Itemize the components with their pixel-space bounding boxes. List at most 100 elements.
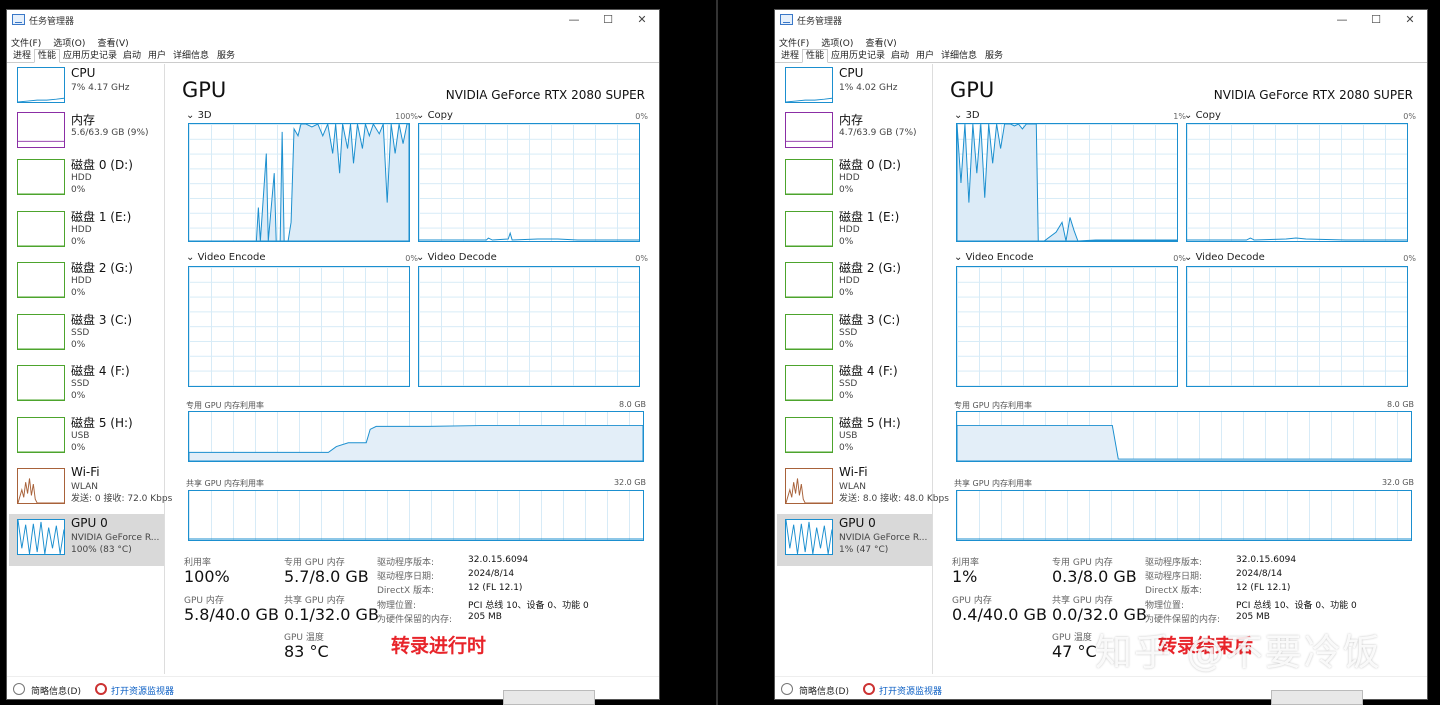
sidebar-item-disk[interactable]: 磁盘 1 (E:) HDD 0% <box>777 206 932 256</box>
sidebar-item-value: 0% <box>839 185 854 195</box>
dedicated-memory-stat-value: 0.3/8.0 GB <box>1052 567 1137 586</box>
chevron-up-icon[interactable] <box>13 683 25 695</box>
sidebar-item-disk[interactable]: 磁盘 0 (D:) HDD 0% <box>9 154 164 204</box>
fewer-details-link[interactable]: 简略信息(D) <box>799 684 849 697</box>
tab-performance[interactable]: 性能 <box>34 49 61 63</box>
network-graph-icon <box>17 468 65 504</box>
gpu-model-name: NVIDIA GeForce RTX 2080 SUPER <box>445 88 645 102</box>
sidebar-item-disk[interactable]: 磁盘 4 (F:) SSD 0% <box>777 360 932 410</box>
sidebar-item-disk[interactable]: 磁盘 3 (C:) SSD 0% <box>9 309 164 359</box>
sidebar-item-label: CPU <box>71 66 96 80</box>
sidebar-item-disk[interactable]: 磁盘 5 (H:) USB 0% <box>777 412 932 462</box>
open-resource-monitor-link[interactable]: 打开资源监视器 <box>879 684 942 697</box>
sidebar-item-value: 0% <box>839 288 854 298</box>
open-resource-monitor-link[interactable]: 打开资源监视器 <box>111 684 174 697</box>
sidebar-item-disk[interactable]: 磁盘 2 (G:) HDD 0% <box>777 257 932 307</box>
tab-details[interactable]: 详细信息 <box>169 49 213 63</box>
engine-copy-selector[interactable]: ⌄ Copy <box>416 110 453 121</box>
sidebar-item-disk[interactable]: 磁盘 1 (E:) HDD 0% <box>9 206 164 256</box>
sidebar-item-detail: 4.7/63.9 GB (7%) <box>839 128 917 138</box>
memory-graph-icon <box>17 112 65 148</box>
sidebar-item-detail: USB <box>71 431 90 441</box>
fewer-details-link[interactable]: 简略信息(D) <box>31 684 81 697</box>
menu-bar: 文件(F) 选项(O) 查看(V) <box>775 31 1427 49</box>
close-button[interactable]: ✕ <box>1395 12 1425 28</box>
sidebar-item-cpu[interactable]: CPU 7% 4.17 GHz <box>9 64 164 107</box>
engine-copy-selector[interactable]: ⌄ Copy <box>1184 110 1221 121</box>
disk-graph-icon <box>17 159 65 195</box>
sidebar-item-memory[interactable]: 内存 5.6/63.9 GB (9%) <box>9 109 164 152</box>
minimize-button[interactable]: — <box>1327 12 1357 28</box>
sidebar-item-label: 磁盘 1 (E:) <box>839 210 900 224</box>
chevron-down-icon: ⌄ <box>954 252 966 263</box>
sidebar-item-label: 磁盘 2 (G:) <box>71 261 133 275</box>
tab-app-history[interactable]: 应用历史记录 <box>827 49 889 63</box>
detail-key: DirectX 版本: <box>377 586 435 596</box>
sidebar-item-detail: USB <box>839 431 858 441</box>
sidebar-item-disk[interactable]: 磁盘 2 (G:) HDD 0% <box>9 257 164 307</box>
tab-app-history[interactable]: 应用历史记录 <box>59 49 121 63</box>
sidebar-item-gpu[interactable]: GPU 0 NVIDIA GeForce R... 100% (83 °C) <box>9 514 164 566</box>
engine-3d-selector[interactable]: ⌄ 3D <box>954 110 980 121</box>
sidebar-item-network[interactable]: Wi-Fi WLAN 发送: 0 接收: 72.0 Kbps <box>9 463 172 513</box>
tab-users[interactable]: 用户 <box>144 49 170 63</box>
engine-3d-selector[interactable]: ⌄ 3D <box>186 110 212 121</box>
disk-graph-icon <box>17 211 65 247</box>
maximize-button[interactable]: ☐ <box>593 12 623 28</box>
disk-graph-icon <box>785 365 833 401</box>
annotation-label: 转录进行时 <box>391 635 487 657</box>
background-window-edge <box>503 690 595 705</box>
sidebar-item-detail: HDD <box>71 173 92 183</box>
tab-processes[interactable]: 进程 <box>777 49 803 63</box>
resource-monitor-icon <box>95 683 107 695</box>
tab-users[interactable]: 用户 <box>912 49 938 63</box>
engine-pct: 0% <box>1403 254 1416 263</box>
engine-decode-selector[interactable]: ⌄ Video Decode <box>416 252 497 263</box>
sidebar-item-value: 0% <box>71 391 86 401</box>
engine-label: Copy <box>427 110 453 121</box>
sidebar-item-gpu[interactable]: GPU 0 NVIDIA GeForce R... 1% (47 °C) <box>777 514 932 566</box>
engine-copy-line <box>1187 237 1407 241</box>
maximize-button[interactable]: ☐ <box>1361 12 1391 28</box>
dedicated-memory-stat-value: 5.7/8.0 GB <box>284 567 369 586</box>
detail-value: 205 MB <box>1236 612 1270 622</box>
sidebar-item-label: 磁盘 3 (C:) <box>71 313 133 327</box>
gpu-graph-icon <box>17 519 65 555</box>
tab-startup[interactable]: 启动 <box>887 49 913 63</box>
sidebar-item-memory[interactable]: 内存 4.7/63.9 GB (7%) <box>777 109 932 152</box>
dedicated-memory-graph <box>956 411 1412 462</box>
close-button[interactable]: ✕ <box>627 12 657 28</box>
sidebar-item-disk[interactable]: 磁盘 4 (F:) SSD 0% <box>9 360 164 410</box>
engine-3d-line <box>957 124 1177 241</box>
engine-encode-selector[interactable]: ⌄ Video Encode <box>186 252 266 263</box>
shared-memory-label: 共享 GPU 内存利用率 <box>186 479 264 488</box>
sidebar-item-disk[interactable]: 磁盘 5 (H:) USB 0% <box>9 412 164 462</box>
tab-details[interactable]: 详细信息 <box>937 49 981 63</box>
memory-graph-icon <box>785 112 833 148</box>
engine-decode-selector[interactable]: ⌄ Video Decode <box>1184 252 1265 263</box>
tab-startup[interactable]: 启动 <box>119 49 145 63</box>
shared-memory-graph <box>956 490 1412 541</box>
disk-graph-icon <box>785 417 833 453</box>
engine-pct: 100% <box>395 112 418 121</box>
sidebar-item-disk[interactable]: 磁盘 3 (C:) SSD 0% <box>777 309 932 359</box>
sidebar-item-label: 内存 <box>71 113 96 127</box>
disk-graph-icon <box>785 211 833 247</box>
tab-services[interactable]: 服务 <box>213 49 239 63</box>
sidebar-item-detail: SSD <box>71 328 90 338</box>
sidebar-item-network[interactable]: Wi-Fi WLAN 发送: 8.0 接收: 48.0 Kbps <box>777 463 949 513</box>
gpu-memory-value: 0.4/40.0 GB <box>952 605 1047 624</box>
sidebar-item-label: Wi-Fi <box>71 465 100 479</box>
minimize-button[interactable]: — <box>559 12 589 28</box>
sidebar-item-cpu[interactable]: CPU 1% 4.02 GHz <box>777 64 932 107</box>
task-manager-app-icon <box>780 14 793 25</box>
sidebar-item-label: 内存 <box>839 113 864 127</box>
sidebar-item-disk[interactable]: 磁盘 0 (D:) HDD 0% <box>777 154 932 204</box>
engine-encode-selector[interactable]: ⌄ Video Encode <box>954 252 1034 263</box>
tab-services[interactable]: 服务 <box>981 49 1007 63</box>
chevron-up-icon[interactable] <box>781 683 793 695</box>
resource-sidebar: CPU 7% 4.17 GHz 内存 5.6/63.9 GB (9%) 磁盘 0 (D:… <box>7 64 172 674</box>
tab-processes[interactable]: 进程 <box>9 49 35 63</box>
chevron-down-icon: ⌄ <box>416 110 428 121</box>
tab-performance[interactable]: 性能 <box>802 49 829 63</box>
